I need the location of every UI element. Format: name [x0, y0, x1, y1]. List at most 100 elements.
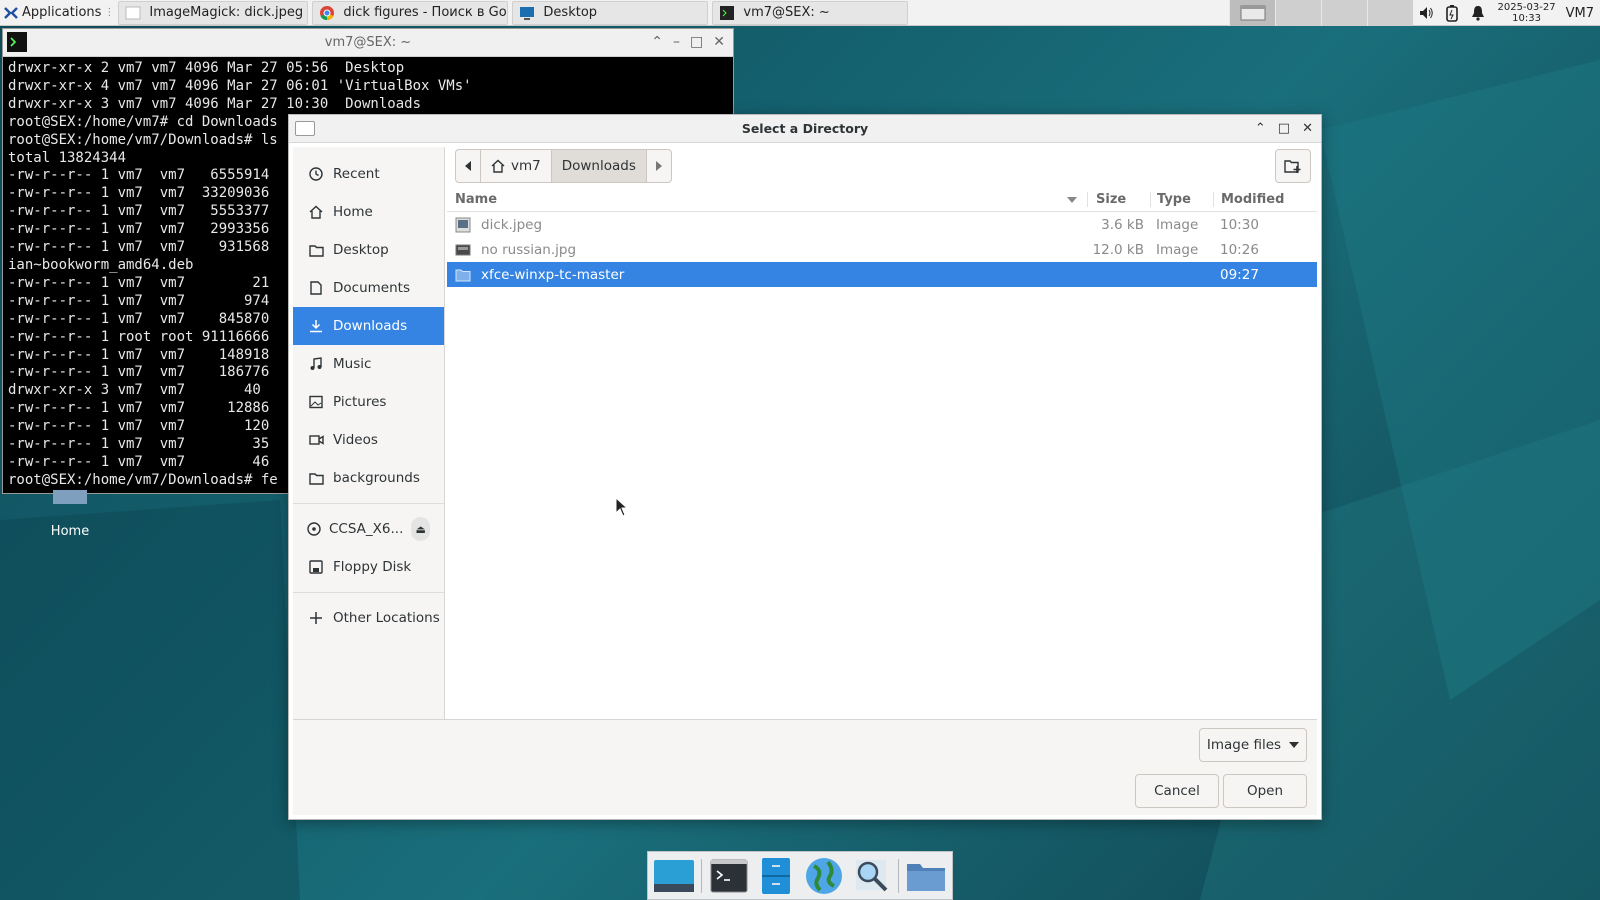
disc-icon	[307, 522, 321, 536]
dock-app-finder[interactable]	[851, 856, 893, 896]
video-icon	[307, 434, 325, 446]
workspace-2[interactable]	[1275, 0, 1322, 26]
imagemagick-icon	[125, 6, 141, 19]
dock-web-browser[interactable]	[803, 856, 845, 896]
path-back-button[interactable]	[456, 150, 481, 182]
home-folder-icon	[53, 490, 87, 504]
sidebar-separator	[293, 592, 444, 593]
picture-icon	[307, 395, 325, 409]
workspace-4[interactable]	[1367, 0, 1414, 26]
sidebar-item-recent[interactable]: Recent	[293, 155, 444, 193]
path-bar: vm7 Downloads	[455, 149, 672, 183]
sidebar-item-desktop[interactable]: Desktop	[293, 231, 444, 269]
new-folder-icon	[1284, 159, 1301, 173]
image-file-icon	[455, 217, 471, 232]
task-terminal[interactable]: vm7@SEX: ~	[712, 0, 909, 25]
clock-time: 10:33	[1512, 13, 1541, 24]
terminal-close-icon[interactable]: ✕	[713, 34, 725, 50]
dialog-maximize-icon[interactable]: □	[1278, 121, 1290, 136]
path-forward-button[interactable]	[647, 150, 671, 182]
workspace-1[interactable]	[1229, 0, 1276, 26]
file-size: 12.0 kB	[1092, 241, 1144, 258]
sidebar-item-ccsa[interactable]: CCSA_X6... ⏏	[293, 510, 444, 548]
volume-icon[interactable]	[1413, 5, 1439, 21]
document-icon	[307, 281, 325, 295]
sidebar-item-other-locations[interactable]: Other Locations	[293, 599, 444, 637]
terminal-titlebar[interactable]: vm7@SEX: ~ ⌃ – □ ✕	[3, 29, 733, 57]
sidebar-item-floppy[interactable]: Floppy Disk	[293, 548, 444, 586]
chrome-icon	[320, 5, 335, 20]
user-menu[interactable]: VM7	[1562, 6, 1600, 21]
file-type: Image	[1156, 241, 1199, 258]
task-imagemagick[interactable]: ImageMagick: dick.jpeg	[118, 0, 309, 25]
terminal-maximize-icon[interactable]: □	[690, 34, 703, 50]
terminal-icon	[710, 859, 748, 892]
new-folder-button[interactable]	[1275, 149, 1311, 183]
dialog-titlebar[interactable]: Select a Directory ⌃ □ ✕	[289, 115, 1321, 143]
folder-icon	[907, 863, 946, 891]
floppy-icon	[307, 560, 325, 574]
dialog-close-icon[interactable]: ✕	[1302, 121, 1313, 136]
file-filter-dropdown[interactable]: Image files	[1199, 728, 1307, 762]
task-label: vm7@SEX: ~	[743, 5, 830, 20]
path-segment-home[interactable]: vm7	[481, 150, 552, 182]
column-modified[interactable]: Modified	[1213, 192, 1317, 207]
window-thumbnail-icon	[1240, 5, 1266, 21]
sidebar-item-label: Documents	[333, 280, 410, 296]
applications-menu-button[interactable]: Applications ⋮	[0, 0, 118, 26]
places-sidebar: Recent Home Desktop Documents Downloads …	[293, 147, 445, 719]
dialog-shade-icon[interactable]: ⌃	[1255, 121, 1266, 136]
image-file-icon	[455, 244, 471, 255]
sort-descending-icon	[1067, 196, 1077, 203]
folder-icon	[307, 472, 325, 485]
sidebar-item-music[interactable]: Music	[293, 345, 444, 383]
task-label: dick figures - Поиск в Go...	[343, 5, 509, 20]
sidebar-item-documents[interactable]: Documents	[293, 269, 444, 307]
clock-date: 2025-03-27	[1497, 2, 1556, 13]
terminal-line: drwxr-xr-x 3 vm7 vm7 4096 Mar 27 10:30 D…	[8, 95, 422, 112]
file-row[interactable]: dick.jpeg 3.6 kB Image 10:30	[447, 212, 1317, 237]
desktop-icon-home[interactable]: Home	[40, 490, 100, 539]
sidebar-item-pictures[interactable]: Pictures	[293, 383, 444, 421]
sidebar-item-label: Desktop	[333, 242, 389, 258]
open-button[interactable]: Open	[1223, 774, 1307, 808]
task-desktop[interactable]: Desktop	[512, 0, 709, 25]
terminal-minimize-icon[interactable]: –	[673, 34, 680, 50]
terminal-line: drwxr-xr-x 4 vm7 vm7 4096 Mar 27 06:01 '…	[8, 77, 472, 94]
column-name[interactable]: Name	[447, 192, 1087, 207]
clock[interactable]: 2025-03-27 10:33	[1491, 2, 1561, 24]
dock-terminal[interactable]	[708, 856, 750, 896]
sidebar-item-label: Videos	[333, 432, 378, 448]
cancel-button[interactable]: Cancel	[1135, 774, 1219, 808]
dock-home-folder[interactable]	[905, 856, 947, 896]
sidebar-item-home[interactable]: Home	[293, 193, 444, 231]
folder-icon	[455, 269, 471, 281]
file-row-selected[interactable]: xfce-winxp-tc-master 09:27	[447, 262, 1317, 287]
file-name: dick.jpeg	[481, 216, 543, 233]
file-row[interactable]: no russian.jpg 12.0 kB Image 10:26	[447, 237, 1317, 262]
dock-show-desktop[interactable]	[653, 856, 695, 896]
path-segment-current[interactable]: Downloads	[551, 150, 647, 182]
column-type[interactable]: Type	[1150, 192, 1213, 207]
magnifier-icon	[855, 859, 888, 891]
terminal-shade-icon[interactable]: ⌃	[651, 34, 663, 50]
workspace-3[interactable]	[1321, 0, 1368, 26]
menu-dots-icon: ⋮	[104, 7, 115, 18]
notification-bell-icon[interactable]	[1465, 5, 1491, 21]
workspace-pager[interactable]	[1229, 0, 1414, 26]
column-size[interactable]: Size	[1087, 192, 1150, 207]
desktop-icon-label: Home	[50, 524, 90, 539]
battery-icon[interactable]	[1439, 4, 1465, 22]
sidebar-item-downloads[interactable]: Downloads	[293, 307, 444, 345]
dock-file-manager[interactable]	[756, 856, 798, 896]
sidebar-item-videos[interactable]: Videos	[293, 421, 444, 459]
file-modified: 10:26	[1220, 241, 1259, 258]
file-size: 3.6 kB	[1101, 216, 1144, 233]
sidebar-item-label: Other Locations	[333, 610, 440, 626]
sidebar-item-backgrounds[interactable]: backgrounds	[293, 459, 444, 497]
task-browser[interactable]: dick figures - Поиск в Go...	[312, 0, 509, 25]
eject-icon[interactable]: ⏏	[411, 517, 430, 541]
sidebar-item-label: Recent	[333, 166, 380, 182]
dock	[647, 851, 953, 900]
sidebar-item-label: backgrounds	[333, 470, 420, 486]
